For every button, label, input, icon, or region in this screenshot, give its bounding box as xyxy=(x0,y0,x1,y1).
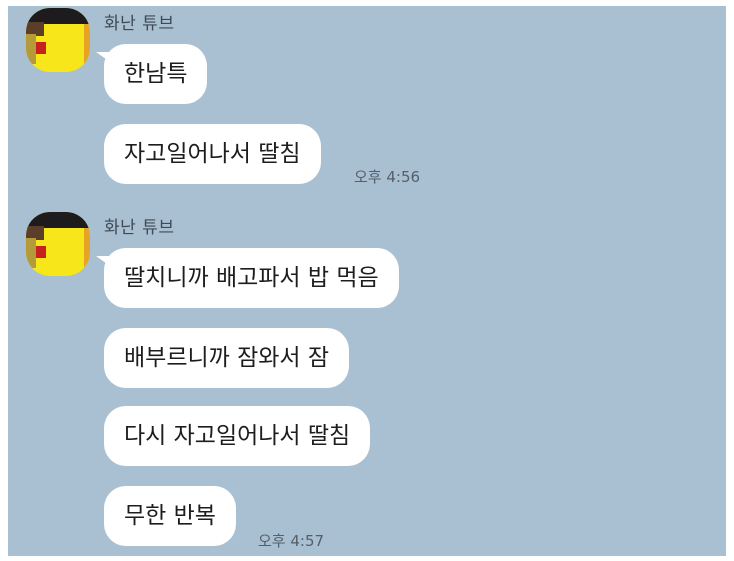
avatar-shade-icon xyxy=(26,34,36,64)
avatar-mouth-icon xyxy=(36,246,46,258)
message-timestamp: 오후 4:57 xyxy=(258,532,325,550)
avatar[interactable] xyxy=(26,212,90,276)
avatar-edge-icon xyxy=(84,228,90,268)
message-bubble[interactable]: 딸치니까 배고파서 밥 먹음 xyxy=(96,248,399,308)
sender-name: 화난 튜브 xyxy=(104,14,175,34)
chat-room: 화난 튜브 한남특 자고일어나서 딸침 오후 4:56 화난 튜브 딸치니까 배… xyxy=(8,6,726,556)
message-bubble[interactable]: 자고일어나서 딸침 xyxy=(104,124,321,184)
message-bubble[interactable]: 무한 반복 xyxy=(104,486,236,546)
message-timestamp: 오후 4:56 xyxy=(354,168,421,186)
message-bubble[interactable]: 한남특 xyxy=(95,44,208,104)
avatar-shade-icon xyxy=(26,238,36,268)
sender-name: 화난 튜브 xyxy=(104,218,175,238)
avatar-edge-icon xyxy=(84,24,90,64)
avatar-mouth-icon xyxy=(36,42,46,54)
message-bubble[interactable]: 배부르니까 잠와서 잠 xyxy=(104,328,350,388)
message-bubble[interactable]: 다시 자고일어나서 딸침 xyxy=(104,406,371,466)
avatar[interactable] xyxy=(26,8,90,72)
